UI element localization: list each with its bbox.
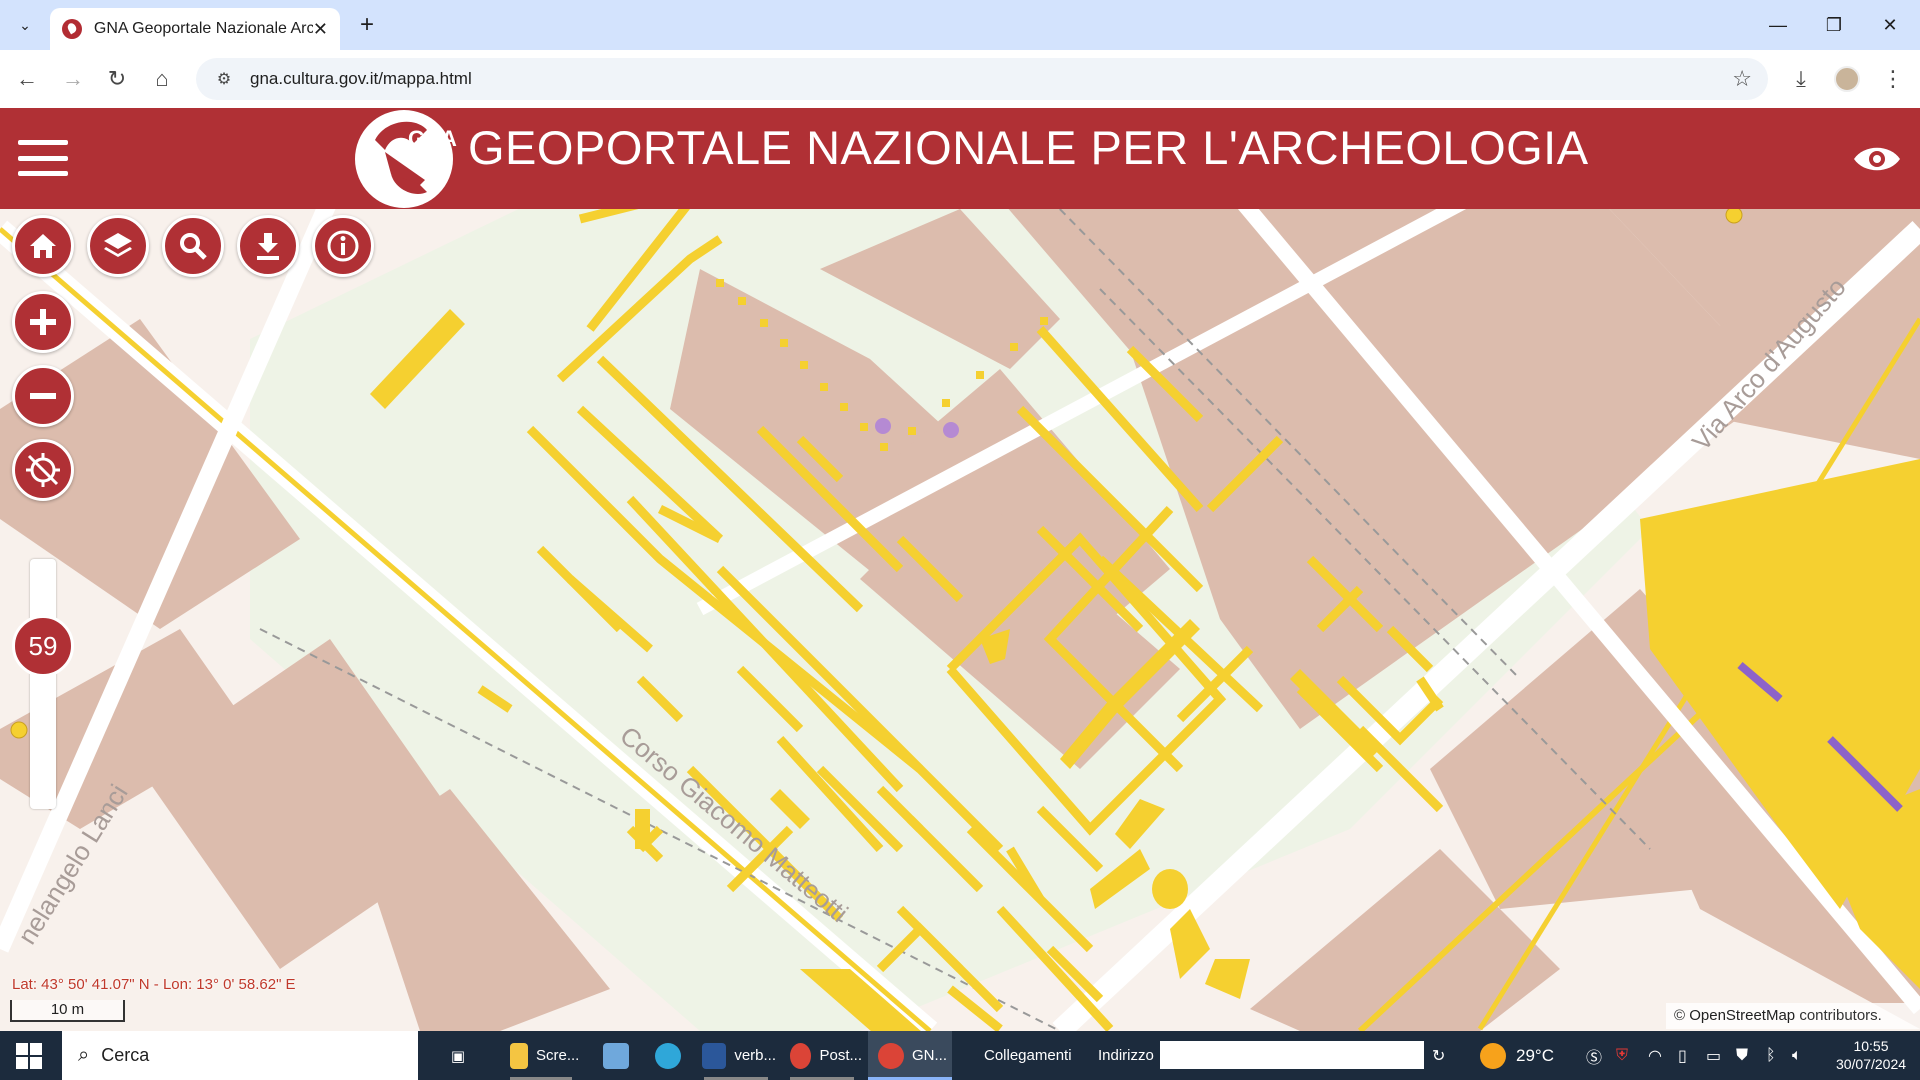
new-tab-button[interactable]: + (352, 10, 382, 40)
browser-tab-strip: ⌄ GNA Geoportale Nazionale Arc ✕ + — ❐ ✕ (0, 0, 1920, 50)
taskbar-search[interactable]: ⌕ Cerca (62, 1031, 418, 1080)
taskbar-item-edge[interactable] (648, 1031, 688, 1080)
forward-arrow-icon[interactable]: → (56, 62, 90, 96)
coordinates-readout: Lat: 43° 50' 41.07" N - Lon: 13° 0' 58.6… (12, 976, 296, 993)
taskbar-item-control-panel[interactable] (596, 1031, 636, 1080)
volume-icon[interactable]: 🔈︎ (1792, 1031, 1802, 1080)
close-window-icon[interactable]: ✕ (1862, 0, 1918, 50)
logo-text: GNA (408, 126, 457, 151)
map-canvas[interactable]: Via Arco d'Augusto Corso Giacomo Matteot… (0, 209, 1920, 1031)
refresh-icon[interactable]: ↻ (1432, 1031, 1445, 1080)
system-clock[interactable]: 10:55 30/07/2024 (1826, 1037, 1916, 1073)
restore-window-icon[interactable]: ❐ (1806, 0, 1862, 50)
zoom-slider-handle[interactable]: 59 (12, 615, 74, 677)
antivirus-icon[interactable]: ⛨ (1616, 1031, 1628, 1080)
layers-icon (104, 233, 132, 257)
osm-link[interactable]: OpenStreetMap (1689, 1007, 1795, 1024)
page-title: GEOPORTALE NAZIONALE PER L'ARCHEOLOGIA (468, 121, 1589, 174)
url-text: gna.cultura.gov.it/mappa.html (250, 69, 472, 88)
battery-icon[interactable]: ▭ (1706, 1031, 1721, 1080)
geolocate-button[interactable] (12, 439, 74, 501)
zoom-out-button[interactable] (12, 365, 74, 427)
minus-icon (30, 393, 56, 399)
home-icon[interactable]: ⌂ (145, 62, 179, 96)
gna-favicon-icon (62, 19, 82, 39)
minimize-window-icon[interactable]: — (1750, 0, 1806, 50)
windows-start-icon[interactable] (16, 1043, 42, 1069)
browser-tab[interactable]: GNA Geoportale Nazionale Arc ✕ (50, 8, 340, 50)
close-tab-icon[interactable]: ✕ (313, 19, 328, 40)
eye-icon[interactable] (1852, 144, 1902, 174)
poi-marker[interactable] (943, 422, 959, 438)
house-icon (30, 234, 56, 258)
taskbar-address-input[interactable] (1160, 1041, 1424, 1069)
layers-button[interactable] (87, 215, 149, 277)
taskbar-item-chrome-post[interactable]: Post... (782, 1031, 862, 1080)
tab-search-button[interactable]: ⌄ (10, 10, 40, 40)
clock-time: 10:55 (1853, 1038, 1889, 1054)
back-arrow-icon[interactable]: ← (10, 62, 44, 96)
address-toolbar-label: Indirizzo (1098, 1047, 1154, 1064)
zoom-in-button[interactable] (12, 291, 74, 353)
poi-marker[interactable] (1725, 209, 1743, 224)
weather-widget[interactable]: 29°C (1480, 1031, 1554, 1080)
chrome-icon (790, 1042, 812, 1069)
poi-marker[interactable] (875, 418, 891, 434)
address-bar[interactable]: ⚙ gna.cultura.gov.it/mappa.html ☆ (196, 58, 1768, 100)
reload-icon[interactable]: ↻ (100, 62, 134, 96)
map-tiles[interactable] (0, 209, 1920, 1031)
skype-icon[interactable]: Ⓢ (1586, 1031, 1602, 1080)
word-icon (702, 1042, 727, 1069)
site-header: GNA GEOPORTALE NAZIONALE PER L'ARCHEOLOG… (0, 108, 1920, 209)
sun-icon (1480, 1042, 1506, 1069)
usb-icon[interactable]: ▯ (1678, 1031, 1687, 1080)
control-panel-icon (603, 1042, 629, 1069)
search-icon (180, 233, 207, 260)
info-icon (327, 230, 359, 262)
zoom-slider-track[interactable] (30, 559, 56, 809)
home-view-button[interactable] (12, 215, 74, 277)
clock-date: 30/07/2024 (1835, 1056, 1907, 1072)
profile-avatar[interactable] (1834, 66, 1860, 92)
kebab-menu-icon[interactable]: ⋮ (1876, 62, 1910, 96)
attribution-suffix: contributors. (1799, 1007, 1882, 1024)
site-settings-icon[interactable]: ⚙ (212, 67, 236, 91)
taskbar-item-word[interactable]: verb... (696, 1031, 776, 1080)
temperature: 29°C (1516, 1045, 1554, 1065)
location-disabled-icon (26, 453, 60, 487)
links-toolbar-label[interactable]: Collegamenti (984, 1031, 1072, 1080)
chevron-down-icon: ⌄ (19, 16, 31, 33)
search-button[interactable] (162, 215, 224, 277)
download-icon (257, 233, 279, 260)
wifi-icon[interactable]: ◠ (1648, 1031, 1662, 1080)
poi-marker[interactable] (10, 721, 28, 739)
scale-bar: 10 m (10, 1000, 125, 1022)
task-view-icon[interactable]: ▣ (438, 1031, 478, 1080)
folder-icon (510, 1042, 528, 1069)
plus-icon (30, 309, 56, 335)
taskbar-item-explorer[interactable]: Scre... (500, 1031, 582, 1080)
search-icon: ⌕ (78, 1044, 90, 1066)
security-icon[interactable]: ⛊ (1736, 1031, 1748, 1080)
hamburger-menu-icon[interactable] (18, 140, 68, 176)
taskbar-search-placeholder: Cerca (101, 1045, 150, 1065)
map-attribution: © OpenStreetMap contributors. (1666, 1003, 1920, 1029)
chrome-icon (878, 1042, 904, 1069)
browser-toolbar: ← → ↻ ⌂ ⚙ gna.cultura.gov.it/mappa.html … (0, 50, 1920, 108)
bookmark-star-icon[interactable]: ☆ (1732, 66, 1752, 92)
gna-logo (355, 110, 453, 208)
edge-icon (655, 1042, 681, 1069)
download-icon[interactable]: ⤓ (1784, 62, 1818, 96)
taskbar-item-chrome-gna[interactable]: GN... (868, 1031, 952, 1080)
info-button[interactable] (312, 215, 374, 277)
bluetooth-icon[interactable]: ᛒ (1766, 1031, 1776, 1080)
windows-taskbar: ⌕ Cerca ▣ Scre... verb... Post... GN... … (0, 1031, 1920, 1080)
attribution-prefix: © (1674, 1007, 1686, 1024)
tab-title: GNA Geoportale Nazionale Arc (93, 20, 313, 37)
download-button[interactable] (237, 215, 299, 277)
